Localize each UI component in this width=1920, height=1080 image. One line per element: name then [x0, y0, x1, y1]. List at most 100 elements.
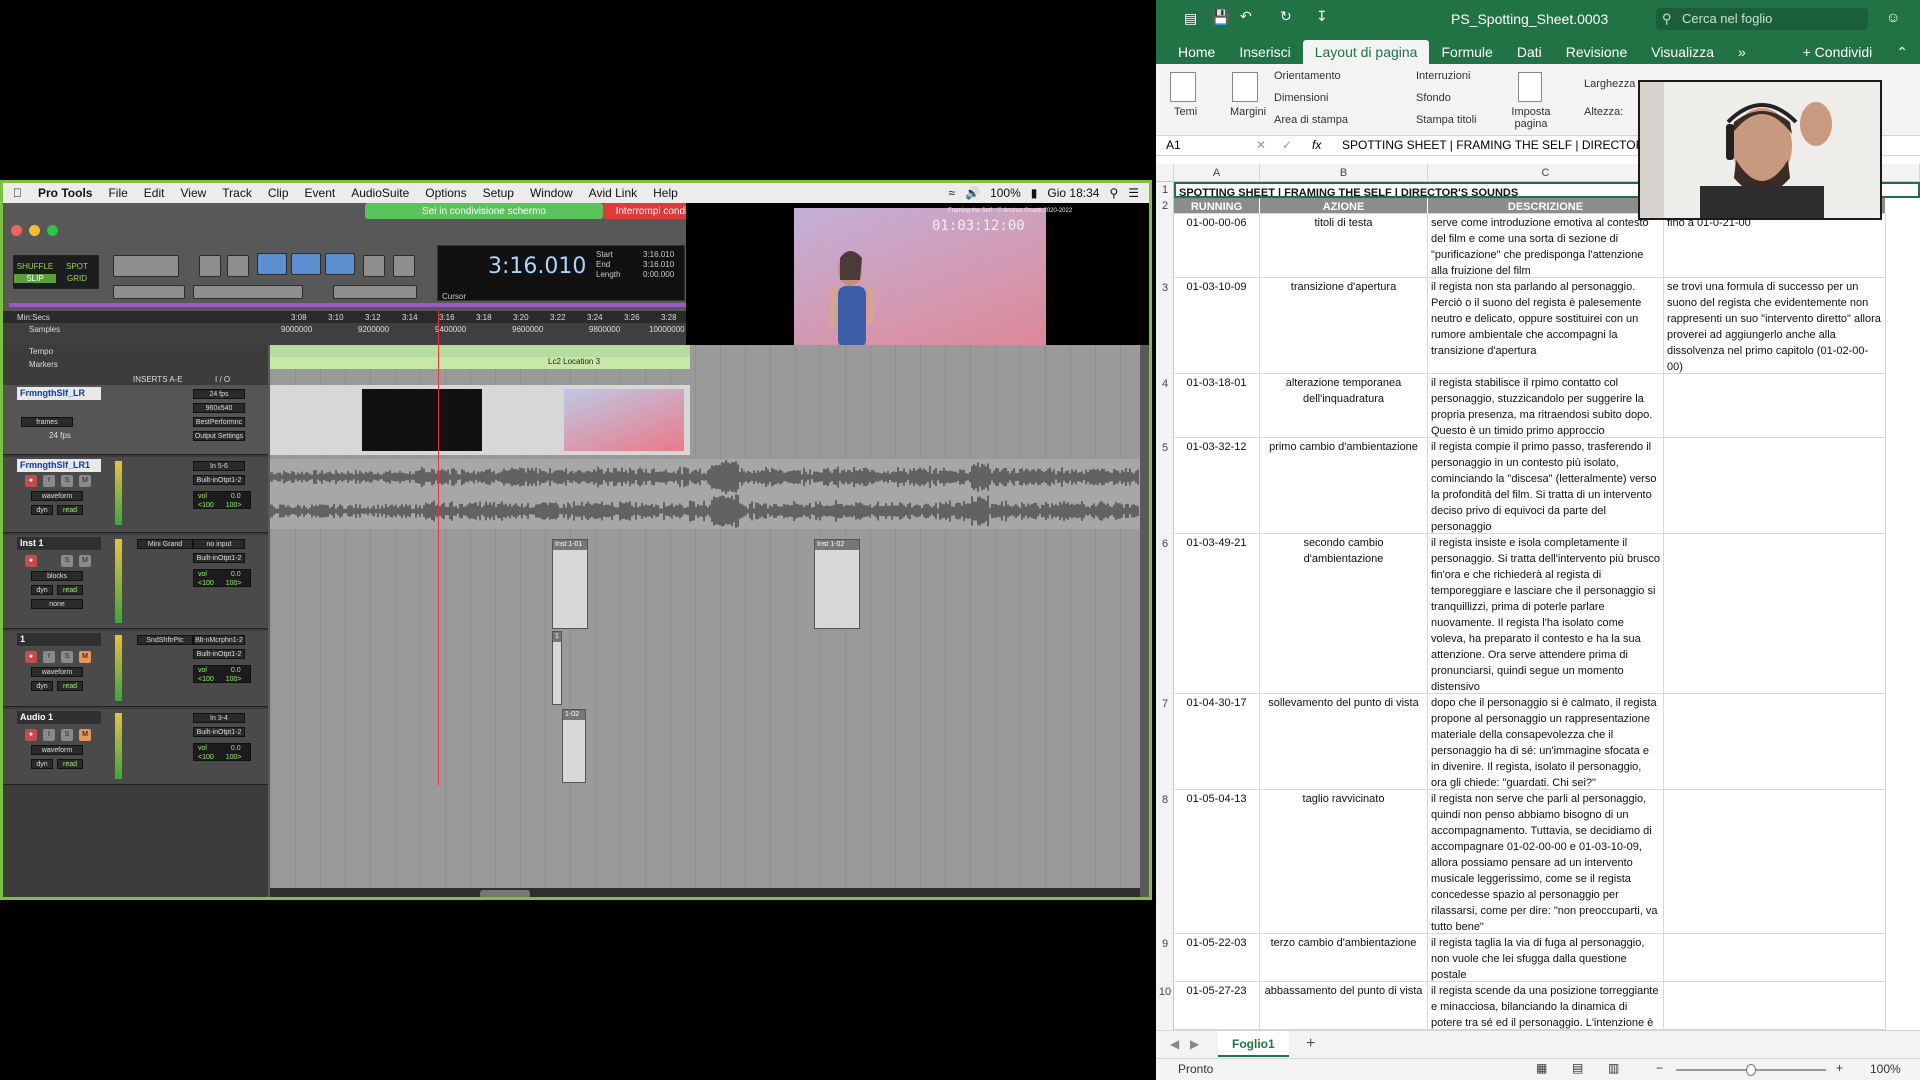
cell-descrizione[interactable]: il regista non serve che parli al person… [1428, 790, 1664, 934]
automation-mode[interactable]: read [57, 759, 83, 769]
page-break-view-icon[interactable]: ▥ [1608, 1061, 1619, 1075]
row-header[interactable]: 2 [1156, 200, 1174, 212]
video-io-fps[interactable]: 24 fps [193, 389, 245, 399]
cell-azione[interactable]: sollevamento del punto di vista [1260, 694, 1428, 790]
tab-home[interactable]: Home [1166, 40, 1227, 64]
cell-azione[interactable]: secondo cambio d'ambientazione [1260, 534, 1428, 694]
track-view-selector[interactable]: waveform [31, 491, 83, 501]
tab-layout-di-pagina[interactable]: Layout di pagina [1302, 40, 1430, 64]
wifi-icon[interactable]: ≈ [949, 186, 956, 200]
main-counter-value[interactable]: 3:16.010 [488, 254, 586, 279]
print-titles-button[interactable]: Stampa titoli [1416, 114, 1477, 126]
cell-note[interactable] [1664, 982, 1886, 1030]
input-monitor-button[interactable]: I [43, 651, 55, 663]
function-icon[interactable]: fx [1312, 138, 1321, 152]
row-header[interactable]: 9 [1156, 938, 1174, 950]
audio-waveform[interactable] [270, 459, 1140, 529]
minsecs-ruler[interactable]: Min:Secs 3:08 3:10 3:12 3:14 3:16 3:18 3… [3, 311, 686, 323]
confirm-icon[interactable]: ✓ [1282, 138, 1292, 152]
midi-output[interactable]: none [31, 599, 83, 609]
playhead-line[interactable] [438, 345, 439, 785]
audio-clip[interactable]: 1-02 [562, 709, 586, 783]
search-icon[interactable]: ⚲ [1109, 186, 1118, 200]
automation-dyn[interactable]: dyn [31, 681, 53, 691]
cell-azione[interactable]: primo cambio d'ambientazione [1260, 438, 1428, 534]
next-sheet-icon[interactable]: ▶ [1190, 1037, 1199, 1051]
record-enable-button[interactable]: ● [25, 555, 37, 567]
tab-revisione[interactable]: Revisione [1554, 40, 1639, 64]
cell-note[interactable]: se trovi una formula di successo per un … [1664, 278, 1886, 374]
margins-button[interactable]: Margini [1230, 106, 1266, 118]
apple-icon[interactable]:  [13, 186, 22, 200]
cell-note[interactable] [1664, 934, 1886, 982]
cell-descrizione[interactable]: il regista non sta parlando al personagg… [1428, 278, 1664, 374]
length-value[interactable]: 0:00.000 [643, 270, 674, 279]
track-input[interactable]: Blt-nMcrphn1-2 [193, 635, 245, 645]
row-header[interactable]: 10 [1156, 986, 1174, 998]
menu-edit[interactable]: Edit [144, 186, 165, 200]
midi-clip[interactable]: Inst 1-02 [814, 539, 860, 629]
cell-azione[interactable]: abbassamento del punto di vista [1260, 982, 1428, 1030]
select-all-corner[interactable] [1156, 164, 1174, 182]
markers-lane[interactable]: Lc2 Location 3 [270, 357, 690, 369]
control-center-icon[interactable]: ☰ [1128, 186, 1139, 200]
tab-formule[interactable]: Formule [1429, 40, 1504, 64]
cell-running-time[interactable]: 01-04-30-17 [1174, 694, 1260, 790]
track-view-selector[interactable]: waveform [31, 667, 83, 677]
input-monitor-button[interactable]: I [43, 729, 55, 741]
page-setup-icon[interactable] [1518, 72, 1542, 102]
menu-app[interactable]: Pro Tools [38, 186, 92, 200]
mode-shuffle[interactable]: SHUFFLE [14, 262, 56, 271]
row-header[interactable]: 4 [1156, 378, 1174, 390]
row-header[interactable]: 3 [1156, 282, 1174, 294]
track-name[interactable]: Audio 1 [17, 711, 101, 724]
video-io-quality[interactable]: BestPerformnc [193, 417, 245, 427]
zoom-controls[interactable] [113, 255, 179, 277]
menu-help[interactable]: Help [653, 186, 678, 200]
input-monitor-button[interactable]: I [43, 475, 55, 487]
add-sheet-icon[interactable]: + [1306, 1035, 1315, 1053]
record-enable-button[interactable]: ● [25, 651, 37, 663]
cell-running-time[interactable]: 01-03-18-01 [1174, 374, 1260, 438]
insert-slot[interactable]: SndShftrPtc [137, 635, 193, 645]
zoom-window-icon[interactable] [47, 225, 58, 236]
video-io-size[interactable]: 960x540 [193, 403, 245, 413]
menu-options[interactable]: Options [425, 186, 466, 200]
track-name[interactable]: FrmngthSlf_LR [17, 387, 101, 400]
cell-note[interactable]: fino a 01-0-21-00 [1664, 214, 1886, 278]
sidebar-toggle-icon[interactable]: ▤ [1184, 10, 1197, 27]
customize-toolbar-icon[interactable]: ↧ [1316, 8, 1328, 25]
cell-running-time[interactable]: 01-00-00-06 [1174, 214, 1260, 278]
row-header[interactable]: 7 [1156, 698, 1174, 710]
mode-slip[interactable]: SLIP [14, 273, 56, 283]
row-header[interactable]: 5 [1156, 442, 1174, 454]
track-view-selector[interactable]: blocks [31, 571, 83, 581]
scrollbar-thumb[interactable] [480, 890, 530, 897]
cell-note[interactable] [1664, 374, 1886, 438]
close-window-icon[interactable] [11, 225, 22, 236]
tab-visualizza[interactable]: Visualizza [1639, 40, 1726, 64]
save-icon[interactable]: 💾 [1212, 9, 1229, 26]
track-output[interactable]: Built-inOtpt1-2 [193, 727, 245, 737]
track-output[interactable]: Built-inOtpt1-2 [193, 475, 245, 485]
themes-icon[interactable] [1170, 72, 1196, 102]
track-output[interactable]: Built-inOtpt1-2 [193, 649, 245, 659]
collapse-ribbon-icon[interactable]: ⌃ [1884, 40, 1920, 64]
tab-inserisci[interactable]: Inserisci [1227, 40, 1302, 64]
height-control[interactable]: Altezza: [1584, 106, 1623, 118]
solo-button[interactable]: S [61, 475, 73, 487]
menu-avid-link[interactable]: Avid Link [589, 186, 637, 200]
location-marker[interactable]: Lc2 Location 3 [548, 357, 600, 366]
redo-icon[interactable]: ↻ [1280, 8, 1292, 25]
mode-grid[interactable]: GRID [56, 274, 98, 283]
cell-running-time[interactable]: 01-05-27-23 [1174, 982, 1260, 1030]
samples-ruler[interactable]: Samples 9000000 9200000 9400000 9600000 … [3, 323, 686, 335]
pencil-tool-icon[interactable] [393, 255, 415, 277]
nudge-controls[interactable] [193, 285, 303, 299]
cell-running-time[interactable]: 01-03-10-09 [1174, 278, 1260, 374]
orientation-button[interactable]: Orientamento [1274, 70, 1341, 82]
battery-icon[interactable]: ▮ [1031, 186, 1038, 200]
cell-azione[interactable]: alterazione temporanea dell'inquadratura [1260, 374, 1428, 438]
search-sheet-field[interactable]: ⚲ Cerca nel foglio [1656, 8, 1868, 30]
themes-button[interactable]: Temi [1174, 106, 1197, 118]
